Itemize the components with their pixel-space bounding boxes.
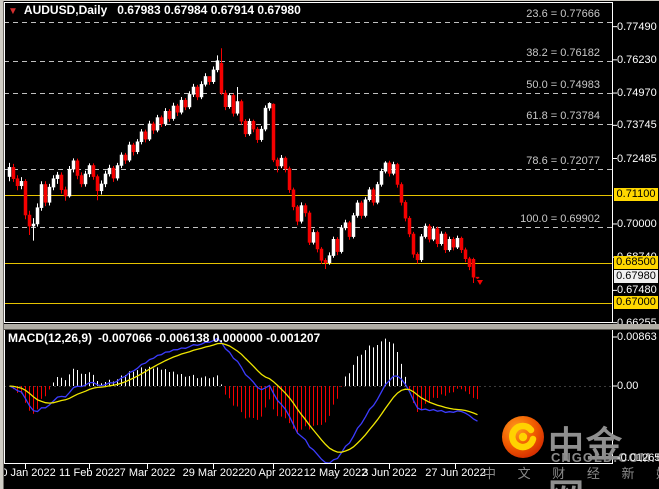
macd-signal-line bbox=[9, 342, 478, 453]
pane-separator[interactable] bbox=[3, 324, 659, 330]
fib-level-label: 23.6 = 0.77666 bbox=[526, 7, 600, 20]
price-tick-label: 0.76230 bbox=[617, 53, 657, 66]
symbol-dropdown-icon[interactable]: ▼ bbox=[8, 6, 18, 17]
main-pane[interactable] bbox=[4, 22, 613, 304]
watermark-tagline: 中 文 财 经 新 媒 体 bbox=[483, 466, 659, 481]
macd-values: -0.007066 -0.006138 0.000000 -0.001207 bbox=[98, 331, 321, 345]
fib-level-label: 100.0 = 0.69902 bbox=[520, 212, 600, 225]
chart-window: ▼ AUDUSD,Daily 0.67983 0.67984 0.67914 0.6… bbox=[0, 0, 659, 489]
price-tag: 0.71100 bbox=[614, 188, 658, 201]
fib-level-label: 61.8 = 0.73784 bbox=[526, 109, 600, 122]
price-tick-label: 0.72485 bbox=[617, 152, 657, 165]
macd-tick-label: -0.012657 bbox=[617, 451, 659, 464]
fib-level-label: 50.0 = 0.74983 bbox=[526, 78, 600, 91]
price-tick-label: 0.74970 bbox=[617, 87, 657, 100]
sell-marker-icon bbox=[477, 280, 483, 285]
date-tick-label: 27 Jun 2022 bbox=[425, 467, 486, 479]
price-tick-label: 0.70000 bbox=[617, 217, 657, 230]
macd-tick-label: 0.00863 bbox=[617, 330, 657, 343]
price-tick-label: 0.67480 bbox=[617, 284, 657, 297]
price-tag: 0.67000 bbox=[614, 296, 658, 309]
symbol-title: AUDUSD,Daily bbox=[23, 3, 108, 17]
cngold-logo-icon bbox=[502, 416, 544, 458]
price-tick-label: 0.73745 bbox=[617, 119, 657, 132]
window-frame-top bbox=[0, 0, 659, 1]
macd-params: MACD(12,26,9) bbox=[8, 331, 93, 345]
window-frame-left-edge bbox=[3, 0, 4, 489]
fib-level-label: 38.2 = 0.76182 bbox=[526, 46, 600, 59]
title-bar: ▼ AUDUSD,Daily 0.67983 0.67984 0.67914 0.6… bbox=[8, 3, 301, 17]
price-tag: 0.67980 bbox=[614, 270, 658, 284]
ohlc-values: 0.67983 0.67984 0.67914 0.67980 bbox=[117, 3, 301, 17]
macd-indicator-label: MACD(12,26,9) -0.007066 -0.006138 0.00000… bbox=[8, 331, 320, 345]
price-tag: 0.68500 bbox=[614, 256, 658, 270]
price-tick-label: 0.77490 bbox=[617, 20, 657, 33]
macd-tick-label: 0.00 bbox=[617, 380, 639, 392]
fib-level-label: 78.6 = 0.72077 bbox=[526, 154, 600, 167]
